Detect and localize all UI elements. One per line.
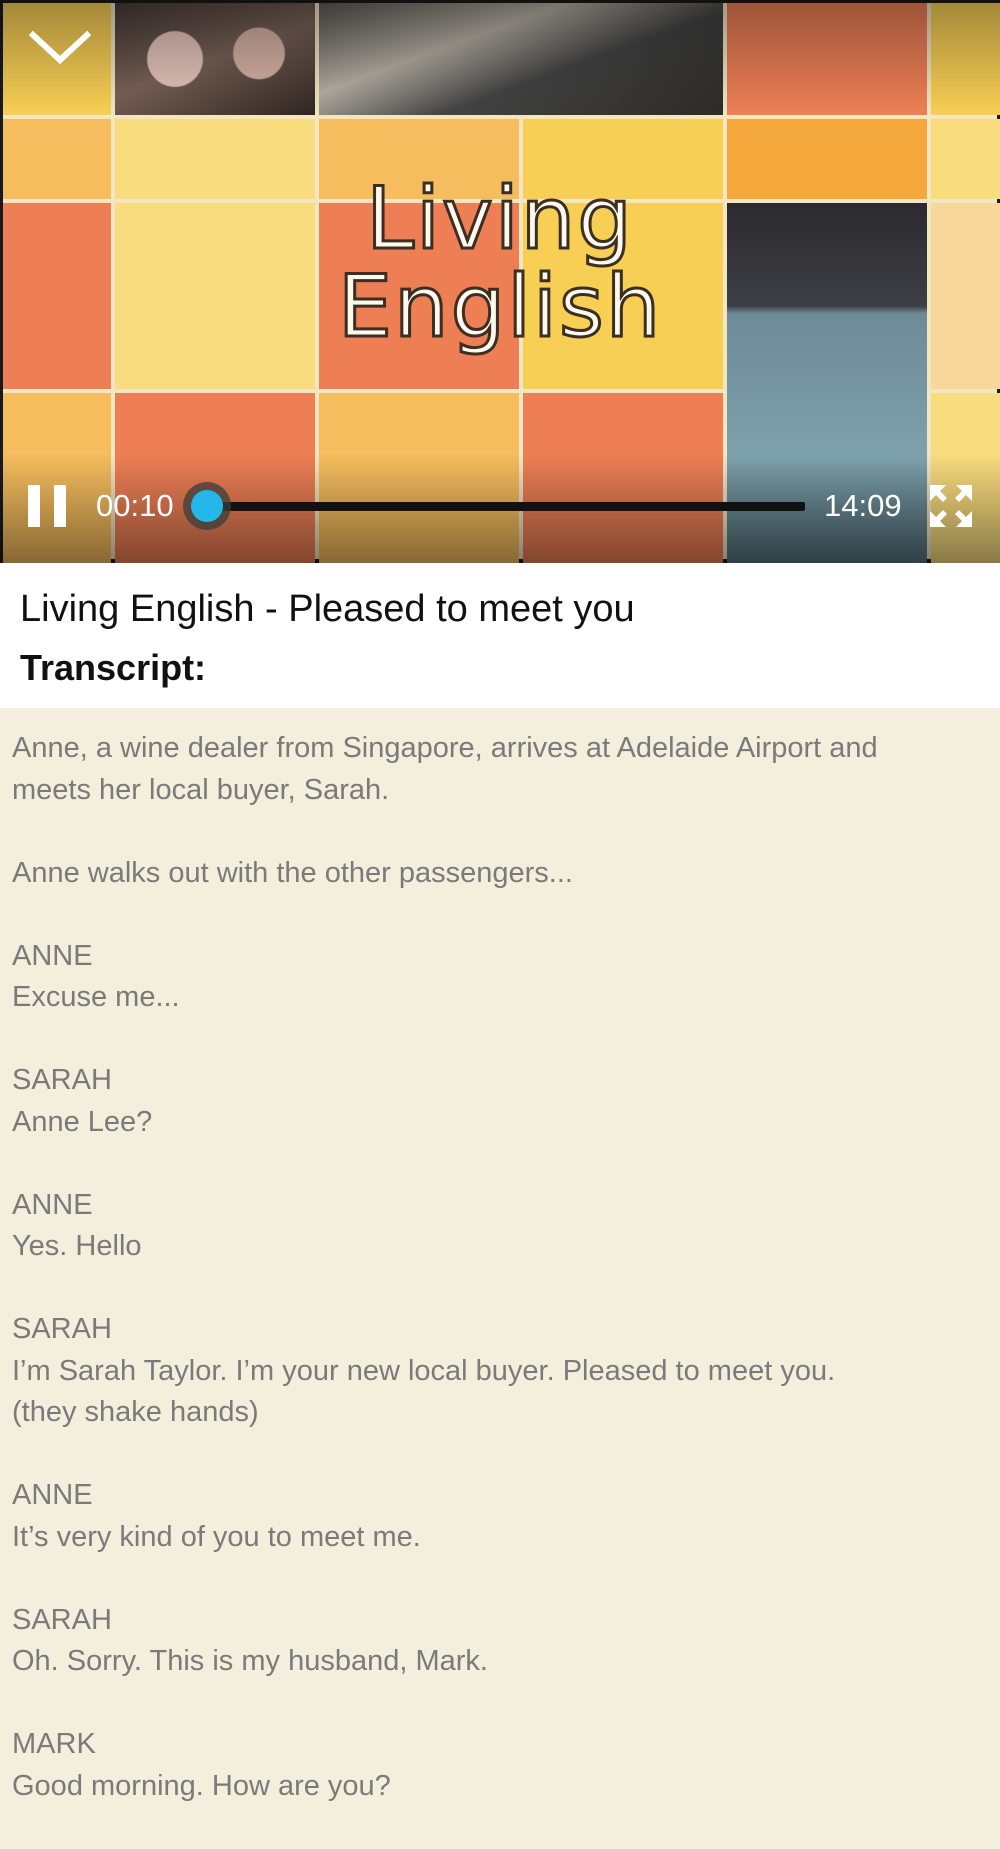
transcript-line: SARAH	[12, 1064, 112, 1096]
logo-line: English	[336, 257, 663, 357]
video-tile	[115, 119, 315, 199]
transcript-line: Excuse me...	[12, 981, 180, 1013]
top-gradient	[0, 0, 1000, 115]
transcript-body[interactable]: Anne, a wine dealer from Singapore, arri…	[12, 728, 987, 1849]
transcript-block: Anne walks out with the other passengers…	[12, 853, 987, 895]
video-player[interactable]: Living English 00:10 14:09	[0, 0, 1000, 563]
video-logo-text: Living English	[310, 169, 690, 357]
video-tile	[931, 203, 1000, 389]
transcript-line: Anne Lee?	[12, 1105, 153, 1138]
transcript-block: Anne, a wine dealer from Singapore, arri…	[12, 728, 987, 811]
transcript-line: SARAH	[12, 1313, 112, 1345]
transcript-block: SARAH Anne Lee?	[12, 1060, 987, 1143]
video-tile	[115, 203, 315, 389]
collapse-button[interactable]	[25, 20, 95, 75]
transcript-line: (they shake hands)	[12, 1396, 259, 1428]
fullscreen-icon	[930, 485, 972, 527]
transcript-block: SARAH I’m Sarah Taylor. I’m your new loca…	[12, 1309, 987, 1434]
transcript-line: MARK	[12, 1728, 96, 1760]
transcript-line: Good morning. How are you?	[12, 1769, 391, 1802]
video-tile	[727, 119, 927, 199]
logo-line: Living	[365, 169, 634, 269]
video-info-header: Living English - Pleased to meet you Tra…	[0, 563, 1000, 708]
transcript-block: ANNE Yes. Hello	[12, 1185, 987, 1268]
video-tile	[3, 119, 111, 199]
transcript-block: SARAH Oh. Sorry. This is my husband, Mark…	[12, 1600, 987, 1683]
transcript-block: ANNE Excuse me...	[12, 936, 987, 1019]
transcript-line: It’s very kind of you to meet me.	[12, 1520, 421, 1553]
transcript-block: ANNE It’s very kind of you to meet me.	[12, 1475, 987, 1558]
player-controls: 00:10 14:09	[0, 470, 1000, 540]
transcript-block: MARK Good morning. How are you?	[12, 1724, 987, 1807]
seek-track	[200, 502, 805, 511]
video-tile	[931, 119, 1000, 199]
transcript-line: Oh. Sorry. This is my husband, Mark.	[12, 1645, 488, 1677]
transcript-line: SARAH	[12, 1603, 112, 1636]
transcript-line: ANNE	[12, 1188, 93, 1221]
transcript-heading: Transcript:	[20, 647, 207, 688]
pause-icon	[28, 485, 40, 527]
transcript-line: Anne, a wine dealer from Singapore, arri…	[12, 732, 878, 764]
current-time: 00:10	[96, 488, 174, 523]
seek-bar[interactable]	[191, 490, 805, 522]
transcript-line: Anne walks out with the other passengers…	[12, 856, 573, 889]
video-tile	[3, 203, 111, 389]
seek-handle[interactable]	[191, 490, 224, 522]
pause-button[interactable]	[28, 485, 68, 527]
transcript-line: Yes. Hello	[12, 1230, 142, 1262]
transcript-line: I’m Sarah Taylor. I’m your new local buy…	[12, 1354, 836, 1387]
total-time: 14:09	[824, 488, 902, 523]
transcript-line: meets her local buyer, Sarah.	[12, 773, 390, 806]
transcript-line: ANNE	[12, 939, 93, 972]
fullscreen-button[interactable]	[930, 485, 972, 527]
transcript-line: ANNE	[12, 1479, 93, 1511]
pause-icon	[54, 485, 66, 527]
video-title: Living English - Pleased to meet you	[20, 588, 635, 630]
chevron-down-icon	[28, 30, 92, 65]
